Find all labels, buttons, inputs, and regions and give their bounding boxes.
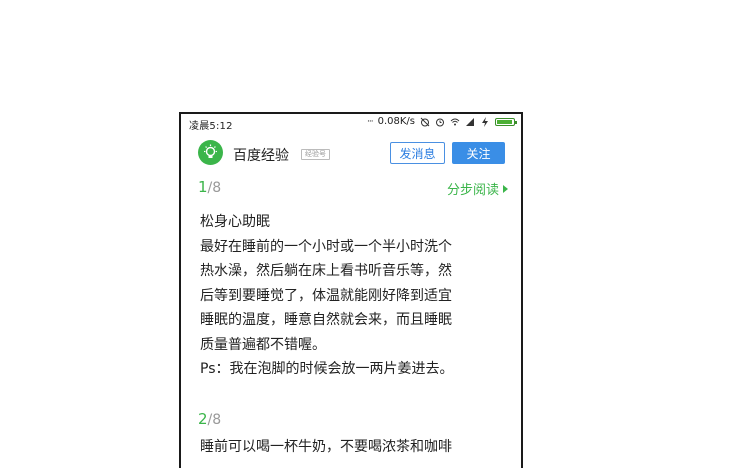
cellular-signal-icon <box>466 117 474 126</box>
network-speed: 0.08K/s <box>377 116 415 127</box>
step-1-body: 松身心助眠 最好在睡前的一个小时或一个半小时洗个 热水澡，然后躺在床上看书听音乐… <box>200 210 512 382</box>
status-bar: 凌晨5:12 ··· 0.08K/s <box>181 114 521 132</box>
step-by-step-read-link[interactable]: 分步阅读 <box>447 179 508 198</box>
step-1-header: 1/8 分步阅读 <box>198 178 508 198</box>
step-current: 1 <box>198 178 208 196</box>
step-total: /8 <box>207 180 222 196</box>
step-2-body: 睡前可以喝一杯牛奶，不要喝浓茶和咖啡 <box>200 435 512 460</box>
article-header: 百度经验 经验号 发消息 关注 <box>181 136 521 168</box>
screenshot-canvas: 凌晨5:12 ··· 0.08K/s 百度经验 经验号 发消息 关注 1/8 分… <box>0 0 750 468</box>
alarm-off-icon <box>420 117 430 126</box>
step-2-header: 2/8 <box>198 410 508 430</box>
step-1-line: 松身心助眠 <box>200 214 270 230</box>
step-1-line: 睡眠的温度，睡意自然就会来，而且睡眠 <box>200 312 452 328</box>
status-time: 凌晨5:12 <box>189 121 233 132</box>
step-1-line: 热水澡，然后躺在床上看书听音乐等，然 <box>200 263 452 279</box>
follow-button[interactable]: 关注 <box>452 142 505 164</box>
step-total: /8 <box>207 412 222 428</box>
step-1-line: 质量普遍都不错喔。 <box>200 336 326 353</box>
account-type-badge: 经验号 <box>301 149 330 160</box>
charging-bolt-icon <box>482 116 488 127</box>
step-1-line: 后等到要睡觉了，体温就能刚好降到适宜 <box>200 287 452 304</box>
step-current: 2 <box>198 410 208 428</box>
alarm-clock-icon <box>436 118 444 126</box>
baidu-jingyan-logo[interactable] <box>198 140 223 165</box>
signal-dots-icon: ··· <box>367 116 374 127</box>
phone-screen: 凌晨5:12 ··· 0.08K/s 百度经验 经验号 发消息 关注 1/8 分… <box>179 112 523 468</box>
lightbulb-icon <box>204 144 217 158</box>
wifi-icon <box>450 118 460 125</box>
step-counter: 1/8 <box>198 178 221 196</box>
status-icons: ··· 0.08K/s <box>367 116 517 127</box>
step-2-line: 睡前可以喝一杯牛奶，不要喝浓茶和咖啡 <box>200 439 452 455</box>
step-by-step-read-label: 分步阅读 <box>446 183 499 198</box>
send-message-button[interactable]: 发消息 <box>390 142 445 164</box>
step-1-line: 最好在睡前的一个小时或一个半小时洗个 <box>200 238 452 255</box>
step-counter: 2/8 <box>198 410 221 428</box>
step-1-line: Ps：我在泡脚的时候会放一两片姜进去。 <box>200 361 454 377</box>
play-arrow-icon <box>503 184 508 193</box>
brand-name[interactable]: 百度经验 <box>233 145 289 165</box>
battery-icon <box>495 117 517 126</box>
